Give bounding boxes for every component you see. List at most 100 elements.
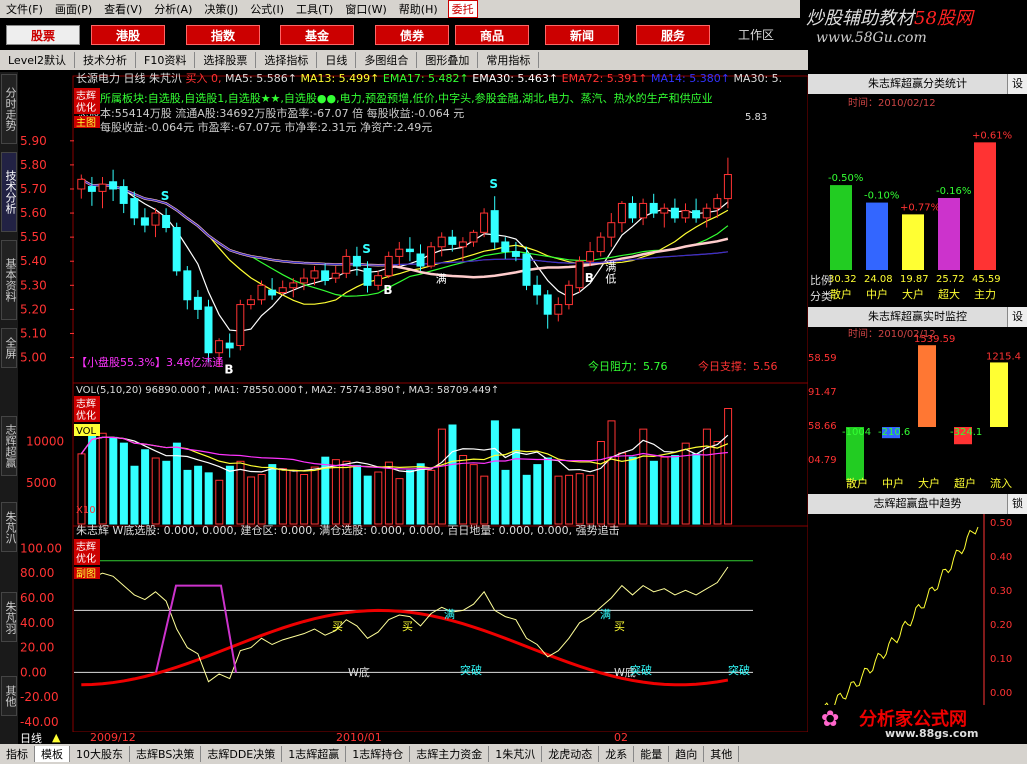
p1-val-2: 19.87 [900, 274, 929, 285]
vol-bar-15 [236, 460, 245, 525]
vol-bar-20 [289, 469, 298, 525]
btab-chaoying[interactable]: 1志辉超赢 [282, 746, 347, 762]
tab-intraday[interactable]: 分时走势 [1, 74, 17, 144]
btn-news[interactable]: 新闻 [545, 25, 619, 45]
tab-technical[interactable]: 技术分析 [1, 152, 17, 232]
p1-bar-3 [938, 197, 960, 270]
btab-template[interactable]: 模板 [35, 746, 70, 762]
menu-decision[interactable]: 决策(J) [198, 1, 244, 17]
p1-title: 朱志辉超赢分类统计 [868, 77, 967, 90]
tool-select-stock[interactable]: 选择股票 [195, 52, 257, 68]
candle-body-13 [215, 340, 224, 354]
tool-overlay[interactable]: 图形叠加 [417, 52, 479, 68]
p1-settings-button[interactable]: 设 [1007, 74, 1027, 94]
period-arrow-icon[interactable]: ▲ [52, 731, 60, 744]
btn-hk[interactable]: 港股 [91, 25, 165, 45]
menu-tools[interactable]: 工具(T) [290, 1, 339, 17]
p2-axis-1: 91.47 [808, 387, 837, 398]
candle-body-33 [427, 246, 436, 267]
btab-indicator[interactable]: 指标 [0, 746, 35, 762]
candle-body-51 [617, 202, 626, 224]
menu-analysis[interactable]: 分析(A) [148, 1, 198, 17]
tool-period[interactable]: 日线 [317, 52, 357, 68]
btab-zpx[interactable]: 1朱芃汃 [489, 746, 543, 762]
tab-zhihui[interactable]: 志辉超赢 [1, 416, 17, 476]
chart-area[interactable]: 5.90 5.80 5.70 5.60 5.50 5.40 5.30 5.20 5.10 5.00… [18, 72, 808, 732]
sub-youhua: 优化 [76, 552, 96, 565]
candle-body-18 [268, 289, 277, 296]
btab-trend[interactable]: 趋向 [669, 746, 705, 762]
vol-bar-6 [141, 449, 150, 525]
btn-index[interactable]: 指数 [186, 25, 260, 45]
tool-common[interactable]: 常用指标 [478, 52, 540, 68]
p1-pct-3: -0.16% [936, 186, 971, 197]
tab-fullscreen[interactable]: 全屏 [1, 328, 17, 368]
vol-bar-3 [109, 436, 118, 525]
btn-service[interactable]: 服务 [636, 25, 710, 45]
p3-lock-button[interactable]: 锁 [1007, 494, 1027, 514]
candle-body-24 [331, 272, 340, 279]
site-logo: ✿ 分析家公式网 www.88gs.com [815, 705, 1027, 745]
vol-bar-41 [512, 428, 521, 525]
btn-stocks[interactable]: 股票 [6, 25, 80, 45]
tab-fundamental[interactable]: 基本资料 [1, 240, 17, 320]
sub-tick-7: -40.00 [20, 715, 59, 729]
menu-view-page[interactable]: 画面(P) [49, 1, 98, 17]
menu-window[interactable]: 窗口(W) [339, 1, 392, 17]
p2-val-3: -324.1 [950, 427, 982, 438]
small-cap-label: 【小盘股55.3%】3.46亿流通 [76, 355, 223, 369]
btab-top10[interactable]: 10大股东 [70, 746, 130, 762]
sub-tupo-1: 突破 [460, 663, 482, 677]
btab-fund[interactable]: 志辉主力资金 [410, 746, 490, 762]
btn-commodity[interactable]: 商品 [455, 25, 529, 45]
p1-val-1: 24.08 [864, 274, 893, 285]
tool-tech[interactable]: 技术分析 [75, 52, 137, 68]
vol-bar-5 [130, 465, 139, 525]
menu-help[interactable]: 帮助(H) [393, 1, 444, 17]
p2-settings-button[interactable]: 设 [1007, 307, 1027, 327]
candle-body-9 [172, 227, 181, 272]
p1-val-4: 45.59 [972, 274, 1001, 285]
sub-mai-1: 买 [332, 620, 343, 633]
btab-energy[interactable]: 能量 [634, 746, 670, 762]
p1-label-2: 大户 [902, 287, 924, 301]
sub-man-1: 满 [444, 608, 455, 621]
p1-bar-4 [974, 142, 996, 270]
candle-body-27 [363, 267, 372, 286]
candle-body-16 [246, 299, 255, 306]
candle-body-36 [458, 241, 467, 248]
menu-file[interactable]: 文件(F) [0, 1, 49, 17]
tab-zpy[interactable]: 朱芃羽 [1, 592, 17, 642]
candle-body-7 [151, 212, 160, 226]
tool-select-indicator[interactable]: 选择指标 [256, 52, 318, 68]
p2-axis-0: 58.59 [808, 353, 837, 364]
candle-body-6 [140, 217, 149, 226]
candle-body-26 [352, 255, 361, 267]
menu-formula[interactable]: 公式(I) [244, 1, 290, 17]
vol-bar-34 [437, 428, 446, 525]
btab-dragon-sys[interactable]: 龙系 [599, 746, 635, 762]
btn-fund[interactable]: 基金 [280, 25, 354, 45]
btab-position[interactable]: 1志辉持仓 [346, 746, 411, 762]
btab-bs[interactable]: 志辉BS决策 [130, 746, 202, 762]
y-tick-7: 5.20 [20, 302, 47, 316]
p1-label-4: 主力 [974, 288, 996, 301]
btab-dragon[interactable]: 龙虎动态 [542, 746, 600, 762]
tab-other[interactable]: 其他 [1, 676, 17, 716]
menu-view[interactable]: 查看(V) [98, 1, 148, 17]
tool-f10[interactable]: F10资料 [136, 52, 196, 68]
candle-body-60 [713, 198, 722, 209]
p2-chart: 时间：2010/02/12 58.5991.4758.6604.79-1004散… [808, 327, 1021, 490]
sub-tick-6: -20.00 [20, 690, 59, 704]
menu-trade[interactable]: 委托 [447, 0, 478, 18]
youhua-label: 优化 [76, 101, 96, 114]
tool-level2[interactable]: Level2默认 [0, 52, 76, 68]
tab-zpx[interactable]: 朱芃汃 [1, 502, 17, 552]
btab-dde[interactable]: 志辉DDE决策 [201, 746, 283, 762]
sub-mai-3: 买 [614, 620, 625, 633]
tool-multi[interactable]: 多图组合 [356, 52, 418, 68]
workspace-label[interactable]: 工作区 [738, 26, 774, 43]
btab-other[interactable]: 其他 [704, 746, 740, 762]
vol-bar-44 [543, 457, 552, 525]
btn-bond[interactable]: 债券 [375, 25, 449, 45]
